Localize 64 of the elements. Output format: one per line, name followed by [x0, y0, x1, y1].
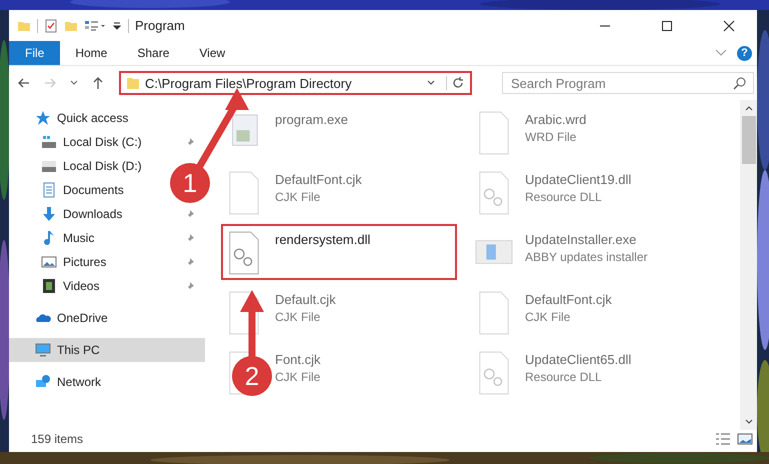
window-title: Program — [135, 18, 185, 33]
file-name: Font.cjk — [275, 352, 321, 367]
item-count: 159 items — [30, 432, 84, 448]
doc-icon — [41, 182, 57, 198]
sidebar-item[interactable]: Local Disk (D:) — [9, 154, 142, 178]
thumbnail-view-icon[interactable] — [737, 432, 753, 446]
download-icon — [41, 206, 57, 222]
checklist-icon[interactable] — [44, 18, 58, 32]
help-button[interactable]: ? — [737, 46, 752, 60]
pc-icon — [35, 342, 51, 358]
sidebar-item[interactable]: Videos — [9, 274, 100, 298]
file-name: rendersystem.dll — [275, 232, 370, 247]
file-name: UpdateClient19.dll — [525, 172, 632, 187]
address-path: C:\Program Files\Program Directory — [145, 76, 352, 90]
search-field[interactable]: Search Program — [502, 72, 754, 94]
file-type: CJK File — [525, 310, 572, 324]
file-name: UpdateClient65.dll — [525, 352, 632, 367]
ribbon-tab[interactable]: View — [184, 41, 240, 65]
caret-icon[interactable] — [112, 20, 122, 30]
sidebar-item[interactable]: Downloads — [9, 202, 122, 226]
close-icon[interactable] — [723, 20, 735, 32]
file-type: WRD File — [525, 130, 578, 144]
video-icon — [41, 278, 57, 294]
file-type: CJK File — [275, 310, 322, 324]
file-name: DefaultFont.cjk — [275, 172, 362, 187]
network-icon — [35, 374, 51, 390]
up-icon[interactable] — [91, 76, 105, 90]
file-type: ABBY updates installer — [525, 250, 648, 264]
refresh-icon[interactable] — [446, 76, 465, 90]
sidebar-item[interactable]: Pictures — [9, 250, 106, 274]
sidebar-item[interactable]: Local Disk (C:) — [9, 130, 142, 154]
star-icon — [35, 110, 51, 126]
address-bar[interactable]: C:\Program Files\Program Directory — [119, 71, 472, 95]
ribbon-tab[interactable]: File — [9, 41, 60, 65]
folder-icon — [126, 76, 140, 90]
drive-icon — [41, 158, 57, 174]
file-name: Arabic.wrd — [525, 112, 586, 127]
scroll-thumb[interactable] — [742, 116, 756, 164]
file-name: DefaultFont.cjk — [525, 292, 612, 307]
sidebar-item[interactable]: Documents — [9, 178, 124, 202]
file-name: UpdateInstaller.exe — [525, 232, 638, 247]
sidebar-item[interactable]: Network — [9, 370, 102, 394]
file-type: Resource DLL — [525, 190, 603, 204]
sidebar-item[interactable]: Music — [9, 226, 94, 250]
file-type: CJK File — [275, 370, 321, 384]
search-icon[interactable] — [733, 76, 747, 90]
pictures-icon — [41, 254, 57, 270]
file-name: Default.cjk — [275, 292, 336, 307]
ribbon-tab[interactable]: Share — [122, 41, 184, 65]
music-icon — [41, 230, 57, 246]
ribbon-tab[interactable]: Home — [60, 41, 122, 65]
sidebar-item[interactable]: Quick access — [9, 106, 128, 130]
chevron-icon[interactable] — [715, 49, 727, 57]
properties-icon[interactable] — [84, 18, 106, 32]
sidebar-item[interactable]: This PC — [9, 338, 205, 362]
scrollbar[interactable] — [740, 100, 757, 430]
sidebar-item[interactable]: OneDrive — [9, 306, 108, 330]
details-view-icon[interactable] — [715, 432, 731, 446]
maximize-icon[interactable] — [661, 20, 673, 32]
file-type: CJK File — [275, 190, 322, 204]
drive-win-icon — [41, 134, 57, 150]
file-type: Resource DLL — [525, 370, 603, 384]
back-icon[interactable] — [17, 76, 31, 90]
file-name: program.exe — [275, 112, 348, 127]
